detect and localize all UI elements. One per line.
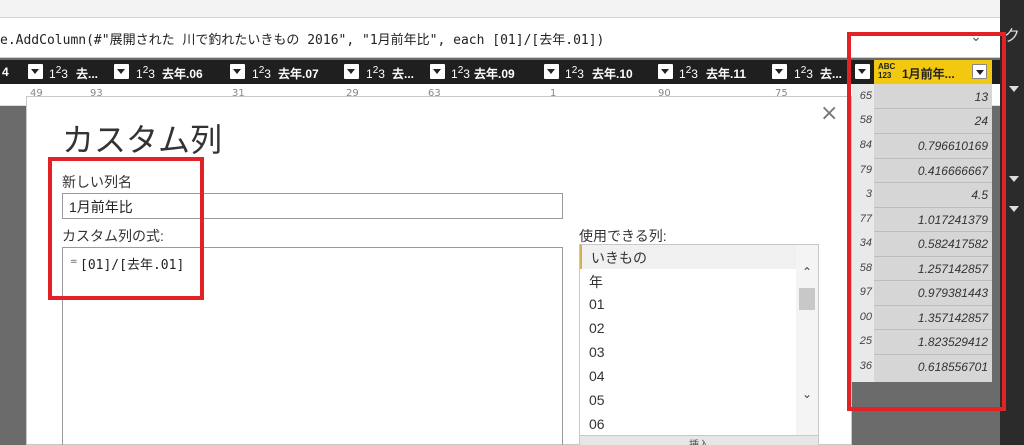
list-item[interactable]: 06 (580, 413, 796, 435)
number-type-icon[interactable]: 123 (451, 65, 470, 81)
column-dropdown-button[interactable] (544, 64, 559, 79)
scrollbar-thumb[interactable] (799, 288, 815, 310)
annotation-box-new-column (847, 32, 1006, 411)
number-type-icon[interactable]: 123 (565, 65, 584, 81)
list-item[interactable]: 02 (580, 317, 796, 341)
column-dropdown-button[interactable] (658, 64, 673, 79)
column-header[interactable]: 123 去年.11 (654, 60, 768, 84)
column-header[interactable]: 123 去... (340, 60, 426, 84)
column-header[interactable]: 123 去年.09 (426, 60, 540, 84)
column-header[interactable]: 123 去年.06 (110, 60, 226, 84)
expand-triangle-icon[interactable] (1009, 86, 1019, 92)
column-header[interactable]: 123 去... (768, 60, 852, 84)
list-item[interactable]: 04 (580, 365, 796, 389)
number-type-icon[interactable]: 123 (49, 65, 68, 81)
column-dropdown-button[interactable] (114, 64, 129, 79)
column-dropdown-button[interactable] (344, 64, 359, 79)
column-dropdown-button[interactable] (430, 64, 445, 79)
number-type-icon[interactable]: 123 (679, 65, 698, 81)
column-header[interactable]: 123 去年.10 (540, 60, 654, 84)
number-type-icon[interactable]: 123 (794, 65, 813, 81)
close-icon[interactable]: × (820, 101, 838, 126)
column-header[interactable]: 4 (0, 60, 24, 84)
list-scrollbar[interactable]: ⌃ ⌄ (796, 245, 818, 435)
expand-triangle-icon[interactable] (1009, 206, 1019, 212)
available-columns-label: 使用できる列: (579, 228, 667, 244)
column-dropdown-button[interactable] (230, 64, 245, 79)
list-item[interactable]: 05 (580, 389, 796, 413)
annotation-box-dialog (48, 157, 204, 300)
column-header[interactable]: 123 去年.07 (226, 60, 340, 84)
number-type-icon[interactable]: 123 (252, 65, 271, 81)
list-item[interactable]: 年 (580, 269, 796, 293)
column-dropdown-button[interactable] (772, 64, 787, 79)
scroll-up-arrow-icon[interactable]: ⌃ (800, 265, 814, 279)
column-header[interactable]: 123 去... (24, 60, 110, 84)
dialog-title: カスタム列 (62, 122, 223, 158)
list-item[interactable]: 01 (580, 293, 796, 317)
number-type-icon[interactable]: 123 (366, 65, 385, 81)
number-type-icon[interactable]: 123 (136, 65, 155, 81)
formula-text[interactable]: e.AddColumn(#"展開された 川で釣れたいきもの 2016", "1月… (0, 29, 604, 48)
list-item[interactable]: いきもの (580, 245, 796, 269)
scroll-down-arrow-icon[interactable]: ⌄ (800, 387, 814, 401)
expand-triangle-icon[interactable] (1009, 176, 1019, 182)
column-dropdown-button[interactable] (28, 64, 43, 79)
pane-title-fragment: ク (1004, 26, 1021, 45)
list-item[interactable]: 03 (580, 341, 796, 365)
available-columns-list[interactable]: いきもの 年 01 02 03 04 05 06 ⌃ ⌄ (579, 244, 819, 436)
insert-button[interactable]: 挿入 (579, 435, 819, 445)
top-tabs-strip (0, 0, 1024, 18)
